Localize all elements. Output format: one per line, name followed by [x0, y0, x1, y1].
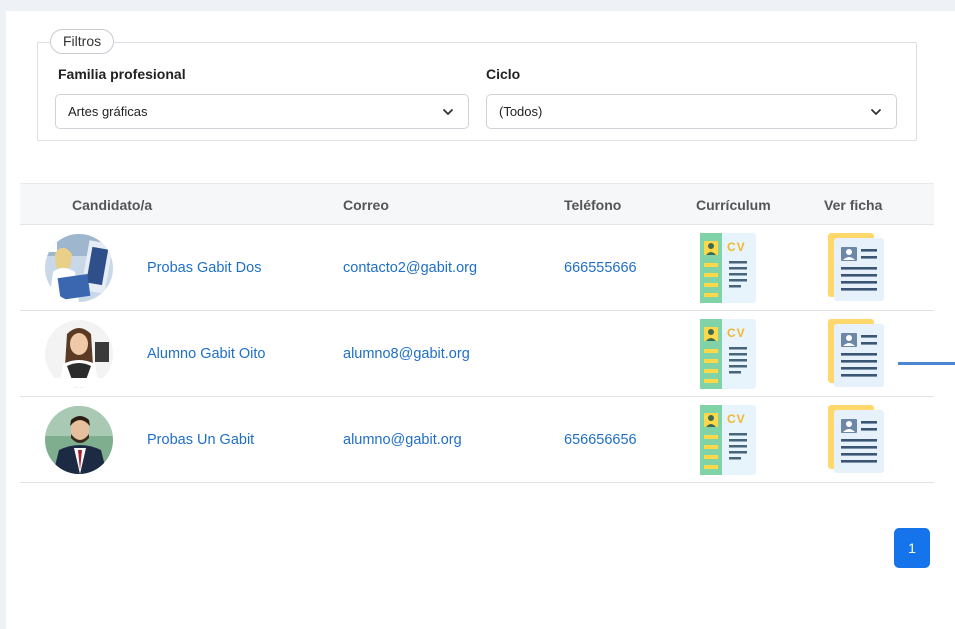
ciclo-label: Ciclo — [486, 66, 521, 82]
header-candidato: Candidato/a — [72, 197, 153, 213]
profile-card-icon[interactable] — [828, 405, 886, 475]
candidate-name-link[interactable]: Alumno Gabit Oito — [147, 346, 265, 362]
candidate-phone-link[interactable]: 666555666 — [564, 260, 637, 276]
candidate-name-link[interactable]: Probas Un Gabit — [147, 432, 254, 448]
avatar[interactable] — [45, 234, 113, 302]
table-row: Probas Un Gabit alumno@gabit.org 6566566… — [20, 397, 934, 483]
familia-profesional-select[interactable]: Artes gráficas — [55, 94, 469, 129]
header-curriculum: Currículum — [696, 197, 771, 213]
header-ver-ficha: Ver ficha — [824, 197, 883, 213]
table-row: Alumno Gabit Oito alumno8@gabit.org CV — [20, 311, 934, 397]
familia-profesional-label: Familia profesional — [58, 66, 186, 82]
profile-card-icon[interactable] — [828, 319, 886, 389]
candidate-name-link[interactable]: Probas Gabit Dos — [147, 260, 261, 276]
ciclo-value: (Todos) — [499, 104, 543, 119]
candidate-phone-link[interactable]: 656656656 — [564, 432, 637, 448]
header-correo: Correo — [343, 197, 389, 213]
cv-document-icon[interactable]: CV — [700, 405, 756, 475]
cv-document-icon[interactable]: CV — [700, 233, 756, 303]
candidate-email-link[interactable]: alumno8@gabit.org — [343, 346, 470, 362]
cv-label: CV — [727, 412, 746, 426]
candidate-email-link[interactable]: contacto2@gabit.org — [343, 260, 477, 276]
cv-label: CV — [727, 326, 746, 340]
table-header: Candidato/a Correo Teléfono Currículum V… — [20, 183, 934, 225]
ciclo-select[interactable]: (Todos) — [486, 94, 897, 129]
filters-legend: Filtros — [50, 29, 115, 54]
header-telefono: Teléfono — [564, 197, 622, 213]
candidate-email-link[interactable]: alumno@gabit.org — [343, 432, 462, 448]
cv-document-icon[interactable]: CV — [700, 319, 756, 389]
chevron-down-icon — [442, 106, 454, 118]
pagination-page-button[interactable]: 1 — [894, 528, 930, 568]
familia-profesional-value: Artes gráficas — [68, 104, 148, 119]
cv-label: CV — [727, 240, 746, 254]
avatar[interactable] — [45, 406, 113, 474]
profile-card-icon[interactable] — [828, 233, 886, 303]
connector-line — [898, 362, 955, 365]
avatar[interactable] — [45, 320, 113, 388]
filters-fieldset: Filtros Familia profesional Artes gráfic… — [37, 29, 917, 141]
table-row: Probas Gabit Dos contacto2@gabit.org 666… — [20, 225, 934, 311]
chevron-down-icon — [870, 106, 882, 118]
candidates-table: Candidato/a Correo Teléfono Currículum V… — [20, 183, 934, 483]
